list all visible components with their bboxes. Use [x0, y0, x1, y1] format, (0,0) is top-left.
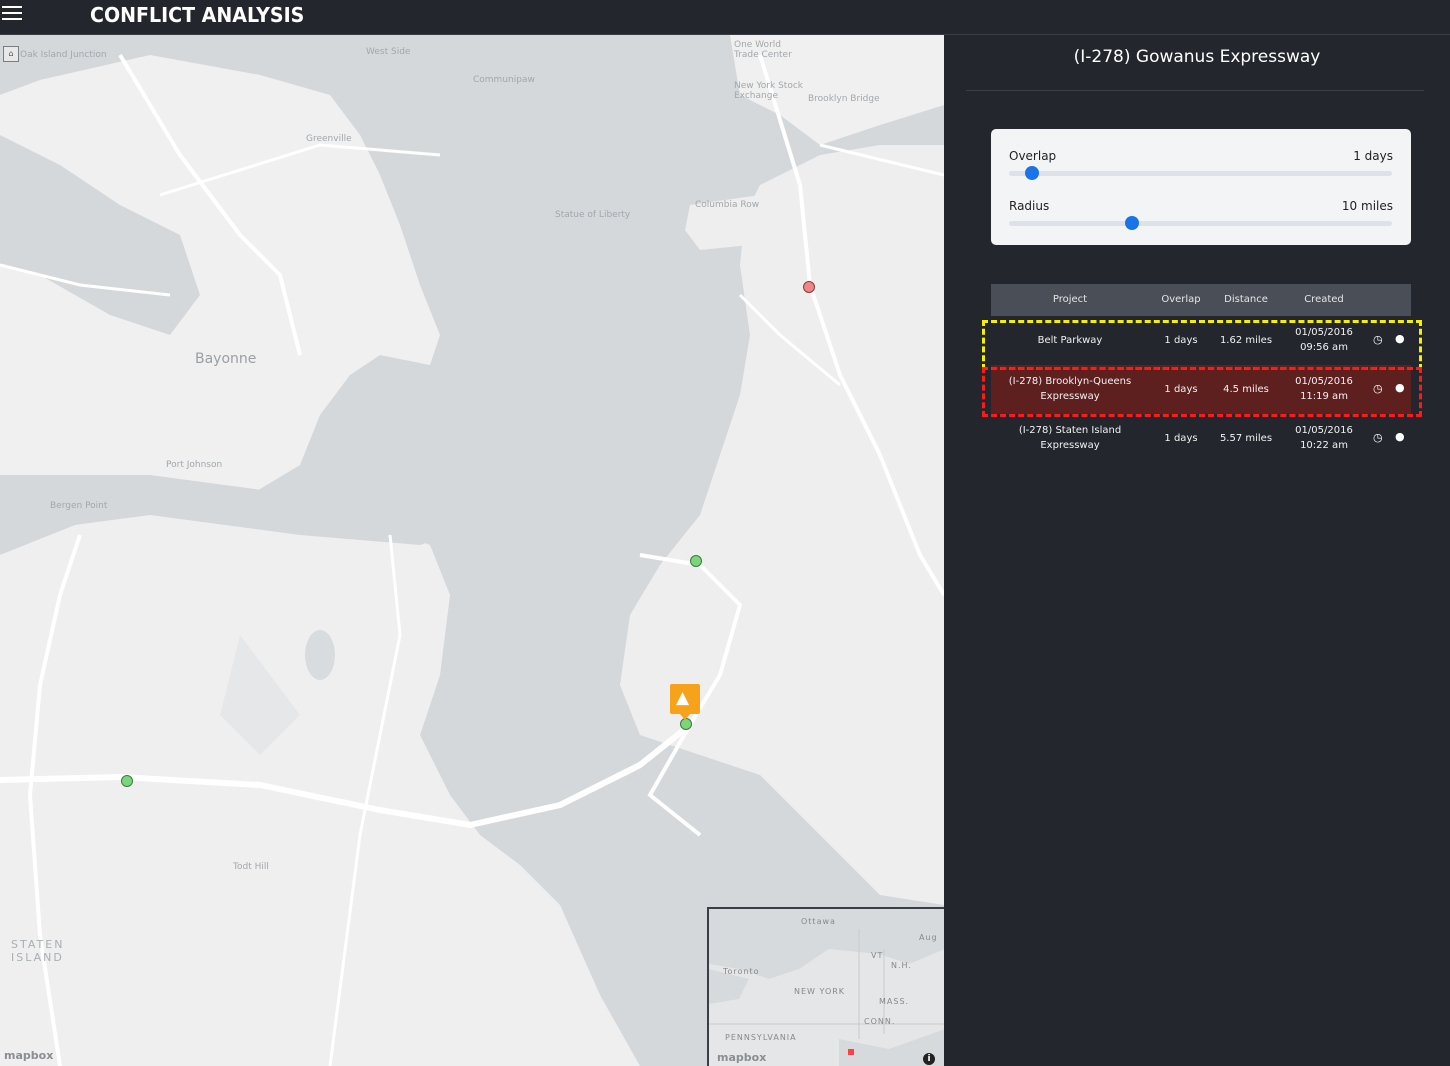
- overlap-cell: 1 days: [1164, 433, 1198, 444]
- minimap-location-indicator: [848, 1049, 854, 1055]
- clock-icon[interactable]: ◷: [1373, 382, 1383, 395]
- created-date: 01/05/2016: [1295, 327, 1353, 338]
- map-label: Todt Hill: [233, 862, 269, 872]
- overlap-slider[interactable]: [1009, 166, 1392, 180]
- overlap-cell: 1 days: [1164, 335, 1198, 346]
- distance-cell: 1.62 miles: [1219, 335, 1273, 346]
- clock-icon[interactable]: ◷: [1373, 333, 1383, 346]
- table-row[interactable]: (I-278) Staten Island Expressway 1 days …: [991, 414, 1411, 463]
- mapbox-logo: mapbox: [4, 1049, 54, 1062]
- map-marker-green[interactable]: [121, 775, 133, 787]
- minimap-label: Aug: [919, 933, 938, 942]
- created-time: 10:22 am: [1300, 440, 1348, 451]
- map-label: Brooklyn Bridge: [808, 94, 880, 104]
- project-name: Expressway: [1040, 391, 1100, 402]
- filter-controls: Overlap 1 days Radius 10 miles: [991, 129, 1411, 245]
- map-label: One World Trade Center: [734, 40, 792, 60]
- radius-slider-thumb[interactable]: [1124, 216, 1139, 230]
- overlap-value: 1 days: [1353, 149, 1393, 163]
- conflict-panel: (I-278) Gowanus Expressway Overlap 1 day…: [944, 35, 1450, 1066]
- created-time: 09:56 am: [1300, 342, 1348, 353]
- map-label: New York Stock Exchange: [734, 81, 803, 101]
- overlap-slider-thumb[interactable]: [1024, 166, 1039, 180]
- map-label: Statue of Liberty: [555, 210, 631, 220]
- created-time: 11:19 am: [1300, 391, 1348, 402]
- map-label: Columbia Row: [695, 200, 760, 210]
- minimap-label: NEW YORK: [794, 987, 846, 996]
- info-icon[interactable]: i: [923, 1053, 935, 1065]
- app-title: CONFLICT ANALYSIS: [90, 3, 305, 27]
- minimap-label: MASS.: [879, 997, 910, 1006]
- minimap-label: Toronto: [723, 967, 760, 976]
- map-layer-icon[interactable]: ⌂: [3, 46, 19, 62]
- minimap-mapbox-logo: mapbox: [717, 1051, 767, 1064]
- map-marker-red[interactable]: [803, 281, 815, 293]
- map-label: Communipaw: [473, 75, 535, 85]
- table-row[interactable]: (I-278) Brooklyn-Queens Expressway 1 day…: [991, 365, 1411, 414]
- user-icon[interactable]: ●: [1395, 430, 1405, 443]
- distance-cell: 4.5 miles: [1223, 384, 1269, 395]
- map-label: West Side: [366, 47, 411, 57]
- map-marker-green[interactable]: [690, 555, 702, 567]
- minimap-label: PENNSYLVANIA: [725, 1033, 797, 1042]
- column-header-overlap[interactable]: Overlap: [1151, 294, 1211, 305]
- project-name: Expressway: [1040, 440, 1100, 451]
- minimap[interactable]: Ottawa Toronto Aug VT N.H. NEW YORK MASS…: [707, 907, 944, 1066]
- map-label: Oak Island Junction: [20, 50, 107, 60]
- table-row[interactable]: Belt Parkway 1 days 1.62 miles 01/05/201…: [991, 316, 1411, 365]
- radius-slider[interactable]: [1009, 216, 1392, 230]
- distance-cell: 5.57 miles: [1219, 433, 1273, 444]
- project-name: (I-278) Staten Island: [1018, 425, 1122, 436]
- map-label: STATEN ISLAND: [11, 938, 65, 964]
- created-date: 01/05/2016: [1295, 425, 1353, 436]
- panel-title: (I-278) Gowanus Expressway: [1073, 47, 1321, 67]
- radius-value: 10 miles: [1341, 199, 1393, 213]
- column-header-distance[interactable]: Distance: [1216, 294, 1276, 305]
- column-header-project[interactable]: Project: [991, 294, 1149, 305]
- user-icon[interactable]: ●: [1395, 332, 1405, 345]
- radius-label: Radius: [1009, 199, 1050, 213]
- clock-icon[interactable]: ◷: [1373, 431, 1383, 444]
- map-label: Greenville: [306, 134, 352, 144]
- minimap-label: Ottawa: [801, 917, 836, 926]
- minimap-label: CONN.: [864, 1017, 896, 1026]
- map-label: Port Johnson: [166, 460, 223, 470]
- user-icon[interactable]: ●: [1395, 381, 1405, 394]
- project-name: (I-278) Brooklyn-Queens: [1008, 376, 1132, 387]
- traffic-cone-marker-icon[interactable]: ▲: [670, 684, 700, 720]
- table-header: Project Overlap Distance Created: [991, 284, 1411, 316]
- created-date: 01/05/2016: [1295, 376, 1353, 387]
- divider: [966, 90, 1424, 91]
- conflicts-table: Project Overlap Distance Created Belt Pa…: [991, 284, 1411, 463]
- minimap-label: N.H.: [891, 961, 912, 970]
- minimap-label: VT: [871, 951, 884, 960]
- map[interactable]: ⌂ Oak Island Junction West Side Communip…: [0, 35, 944, 1066]
- project-name: Belt Parkway: [1037, 335, 1103, 346]
- overlap-cell: 1 days: [1164, 384, 1198, 395]
- map-label: Bergen Point: [50, 501, 108, 511]
- top-bar: CONFLICT ANALYSIS: [0, 0, 1450, 35]
- column-header-created[interactable]: Created: [1289, 294, 1359, 305]
- overlap-label: Overlap: [1009, 149, 1057, 163]
- map-label: Bayonne: [195, 351, 257, 367]
- hamburger-menu-icon[interactable]: [2, 2, 22, 22]
